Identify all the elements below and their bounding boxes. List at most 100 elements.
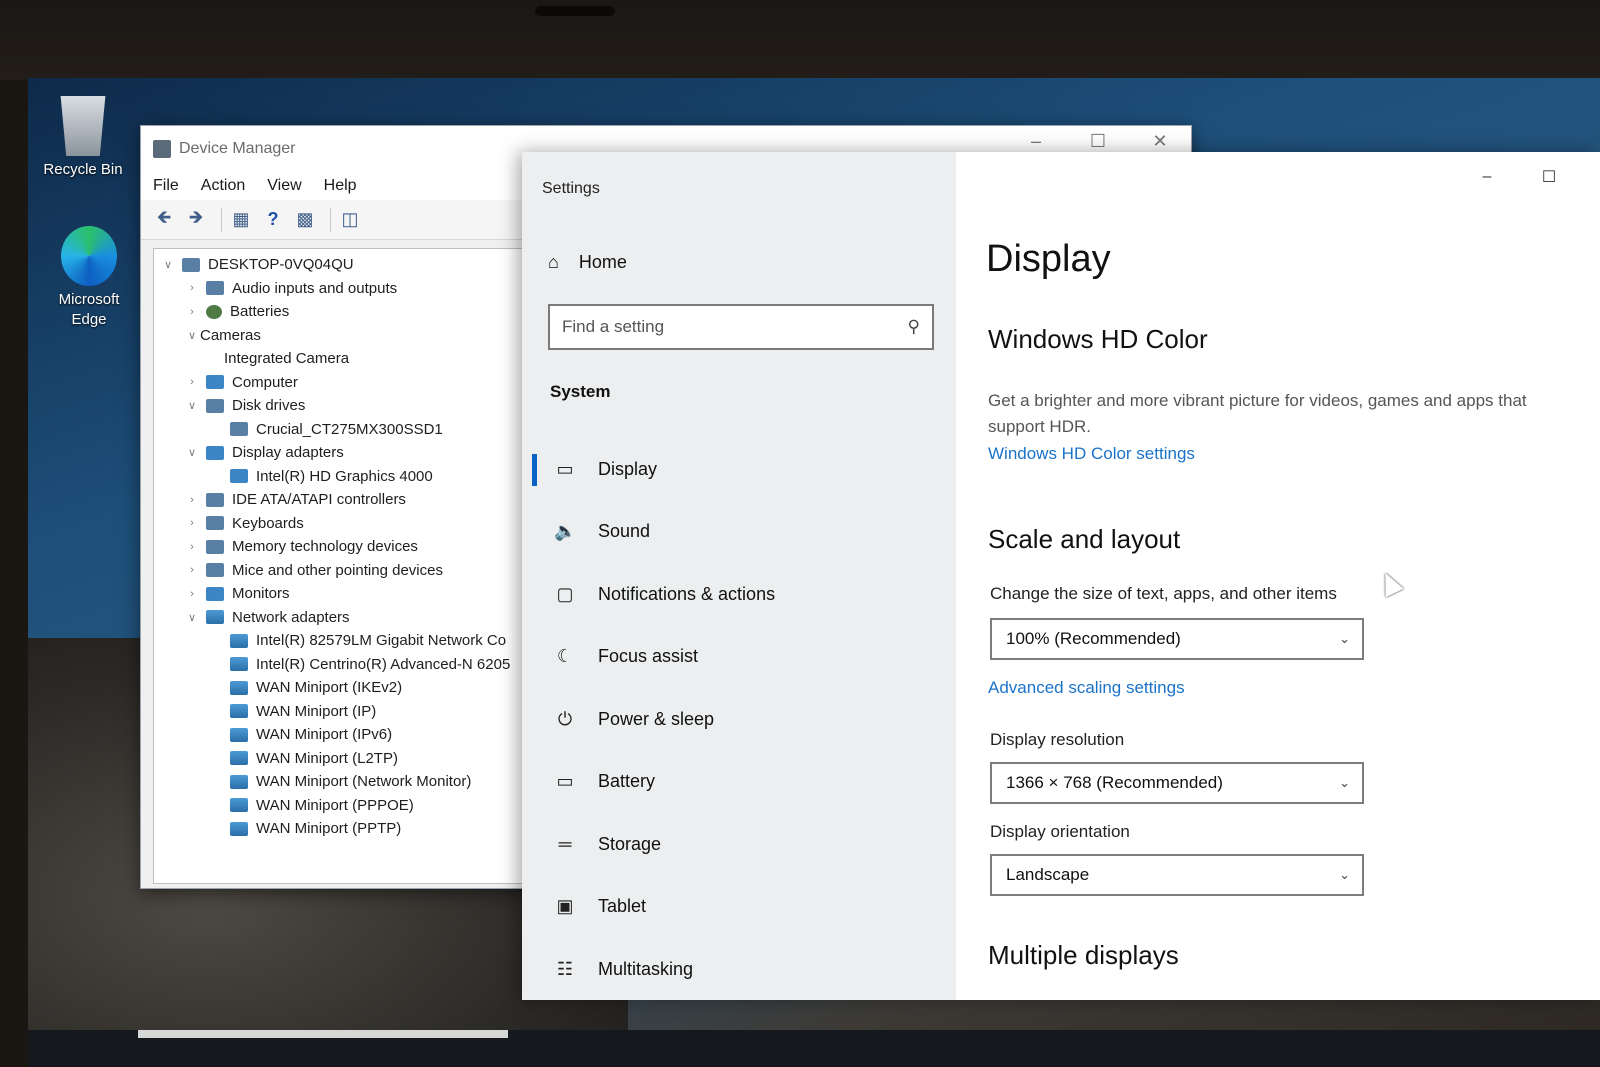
- tree-item[interactable]: ∨ Disk drives: [154, 394, 552, 418]
- tree-item[interactable]: › IDE ATA/ATAPI controllers: [154, 488, 552, 512]
- tree-item[interactable]: Intel(R) 82579LM Gigabit Network Co: [154, 629, 552, 653]
- tree-item[interactable]: › Batteries: [154, 300, 552, 324]
- chevron-right-icon[interactable]: ›: [184, 282, 200, 294]
- tree-item-label: Crucial_CT275MX300SSD1: [256, 420, 443, 438]
- chevron-down-icon[interactable]: ∨: [184, 611, 200, 624]
- tree-item[interactable]: WAN Miniport (IKEv2): [154, 676, 552, 700]
- tree-item[interactable]: › Computer: [154, 371, 552, 395]
- chevron-right-icon[interactable]: ›: [184, 517, 200, 529]
- chevron-down-icon[interactable]: ∨: [184, 446, 200, 459]
- nav-item-focus-assist[interactable]: ☾ Focus assist: [522, 626, 956, 689]
- monitor-icon: ▭: [556, 458, 574, 479]
- tree-item[interactable]: › Monitors: [154, 582, 552, 606]
- network-icon: [206, 610, 224, 625]
- laptop-bezel: [0, 0, 1600, 80]
- tree-item[interactable]: WAN Miniport (IP): [154, 700, 552, 724]
- chevron-right-icon[interactable]: ›: [184, 541, 200, 553]
- chevron-down-icon: ⌄: [1339, 867, 1350, 882]
- chevron-right-icon[interactable]: ›: [184, 564, 200, 576]
- chevron-down-icon[interactable]: ∨: [184, 329, 200, 342]
- tree-item[interactable]: › Mice and other pointing devices: [154, 559, 552, 583]
- home-label: Home: [578, 252, 627, 272]
- properties-icon[interactable]: ▦: [228, 208, 254, 232]
- recycle-bin-shortcut[interactable]: Recycle Bin: [28, 96, 138, 180]
- tree-item[interactable]: ∨ Display adapters: [154, 441, 552, 465]
- tree-item-label: WAN Miniport (IP): [256, 702, 377, 720]
- nav-item-label: Power & sleep: [598, 708, 715, 729]
- tree-item[interactable]: WAN Miniport (IPv6): [154, 723, 552, 747]
- forward-arrow-icon[interactable]: 🡺: [183, 207, 209, 232]
- tree-item-label: Batteries: [230, 303, 290, 321]
- tree-item[interactable]: Intel(R) HD Graphics 4000: [154, 465, 552, 489]
- nav-item-multitasking[interactable]: ☷ Multitasking: [522, 938, 956, 1001]
- display-settings-pane: Display Windows HD Color Get a brighter …: [986, 152, 1586, 1000]
- chevron-down-icon[interactable]: ∨: [160, 258, 176, 271]
- tree-item[interactable]: Integrated Camera: [154, 347, 552, 371]
- menu-view[interactable]: View: [267, 177, 301, 195]
- chevron-right-icon[interactable]: ›: [184, 588, 200, 600]
- update-driver-icon[interactable]: ▩: [292, 208, 318, 232]
- network-icon: [230, 774, 248, 789]
- device-tree[interactable]: ∨ DESKTOP-0VQ04QU › Audio inputs and output…: [153, 248, 553, 884]
- memory-icon: [206, 539, 224, 554]
- settings-search[interactable]: ⚲: [548, 304, 934, 350]
- tree-item[interactable]: WAN Miniport (L2TP): [154, 747, 552, 771]
- tree-item[interactable]: Crucial_CT275MX300SSD1: [154, 418, 552, 442]
- chevron-right-icon[interactable]: ›: [184, 376, 200, 388]
- scale-layout-heading: Scale and layout: [988, 524, 1181, 554]
- nav-item-sound[interactable]: 🔈 Sound: [522, 501, 956, 564]
- menu-help[interactable]: Help: [324, 177, 357, 195]
- tree-item[interactable]: ∨ DESKTOP-0VQ04QU: [154, 253, 552, 277]
- hd-color-settings-link[interactable]: Windows HD Color settings: [988, 444, 1195, 464]
- tree-item[interactable]: › Memory technology devices: [154, 535, 552, 559]
- disk-icon: [206, 398, 224, 413]
- back-arrow-icon[interactable]: 🡸: [151, 207, 177, 232]
- chevron-down-icon[interactable]: ∨: [184, 399, 200, 412]
- tree-item[interactable]: Intel(R) Centrino(R) Advanced-N 6205: [154, 653, 552, 677]
- tree-item-label: WAN Miniport (IPv6): [256, 726, 393, 744]
- tree-item-label: Network adapters: [232, 608, 350, 626]
- nav-item-display[interactable]: ▭ Display: [522, 438, 956, 501]
- home-link[interactable]: ⌂ Home: [548, 252, 627, 273]
- monitor-icon: [206, 586, 224, 601]
- advanced-scaling-link[interactable]: Advanced scaling settings: [988, 678, 1185, 698]
- scale-value: 100% (Recommended): [1006, 629, 1181, 648]
- resolution-dropdown[interactable]: 1366 × 768 (Recommended) ⌄: [990, 762, 1364, 804]
- tree-item[interactable]: › Keyboards: [154, 512, 552, 536]
- settings-window: Settings ⌂ Home ⚲ System ▭ Display 🔈 Sound ▢…: [522, 152, 1600, 1000]
- page-title: Display: [986, 238, 1111, 280]
- tree-item[interactable]: › Audio inputs and outputs: [154, 277, 552, 301]
- display-adapter-icon: [230, 469, 248, 484]
- search-icon[interactable]: ⚲: [908, 317, 920, 337]
- device-manager-app-icon: [153, 140, 171, 158]
- resolution-label: Display resolution: [990, 730, 1125, 749]
- webcam: [535, 6, 615, 16]
- tree-item[interactable]: ∨ Network adapters: [154, 606, 552, 630]
- nav-item-battery[interactable]: ▭ Battery: [522, 751, 956, 814]
- nav-item-storage[interactable]: ═ Storage: [522, 813, 956, 876]
- nav-item-notifications-actions[interactable]: ▢ Notifications & actions: [522, 563, 956, 626]
- chevron-right-icon[interactable]: ›: [184, 306, 200, 318]
- edge-shortcut[interactable]: Microsoft Edge: [34, 226, 144, 330]
- scan-hardware-icon[interactable]: ◫: [337, 208, 363, 232]
- scale-dropdown[interactable]: 100% (Recommended) ⌄: [990, 618, 1364, 660]
- orientation-dropdown[interactable]: Landscape ⌄: [990, 854, 1364, 896]
- home-icon: ⌂: [548, 252, 559, 272]
- tree-item[interactable]: WAN Miniport (PPTP): [154, 817, 552, 841]
- menu-file[interactable]: File: [153, 177, 179, 195]
- search-input[interactable]: [562, 317, 908, 337]
- chevron-down-icon: ⌄: [1339, 775, 1350, 790]
- tree-item[interactable]: WAN Miniport (Network Monitor): [154, 770, 552, 794]
- tree-item[interactable]: WAN Miniport (PPPOE): [154, 794, 552, 818]
- nav-item-tablet[interactable]: ▣ Tablet: [522, 876, 956, 939]
- nav-item-label: Storage: [598, 833, 662, 854]
- help-icon[interactable]: ?: [260, 208, 286, 232]
- tree-item-label: Disk drives: [232, 397, 306, 415]
- chevron-right-icon[interactable]: ›: [184, 494, 200, 506]
- tree-item[interactable]: ∨ Cameras: [154, 324, 552, 348]
- taskbar-search-box[interactable]: [138, 1030, 508, 1038]
- nav-item-power-sleep[interactable]: ⏻ Power & sleep: [522, 688, 956, 751]
- audio-icon: [206, 281, 224, 296]
- menu-action[interactable]: Action: [201, 177, 245, 195]
- moon-icon: ☾: [556, 646, 574, 667]
